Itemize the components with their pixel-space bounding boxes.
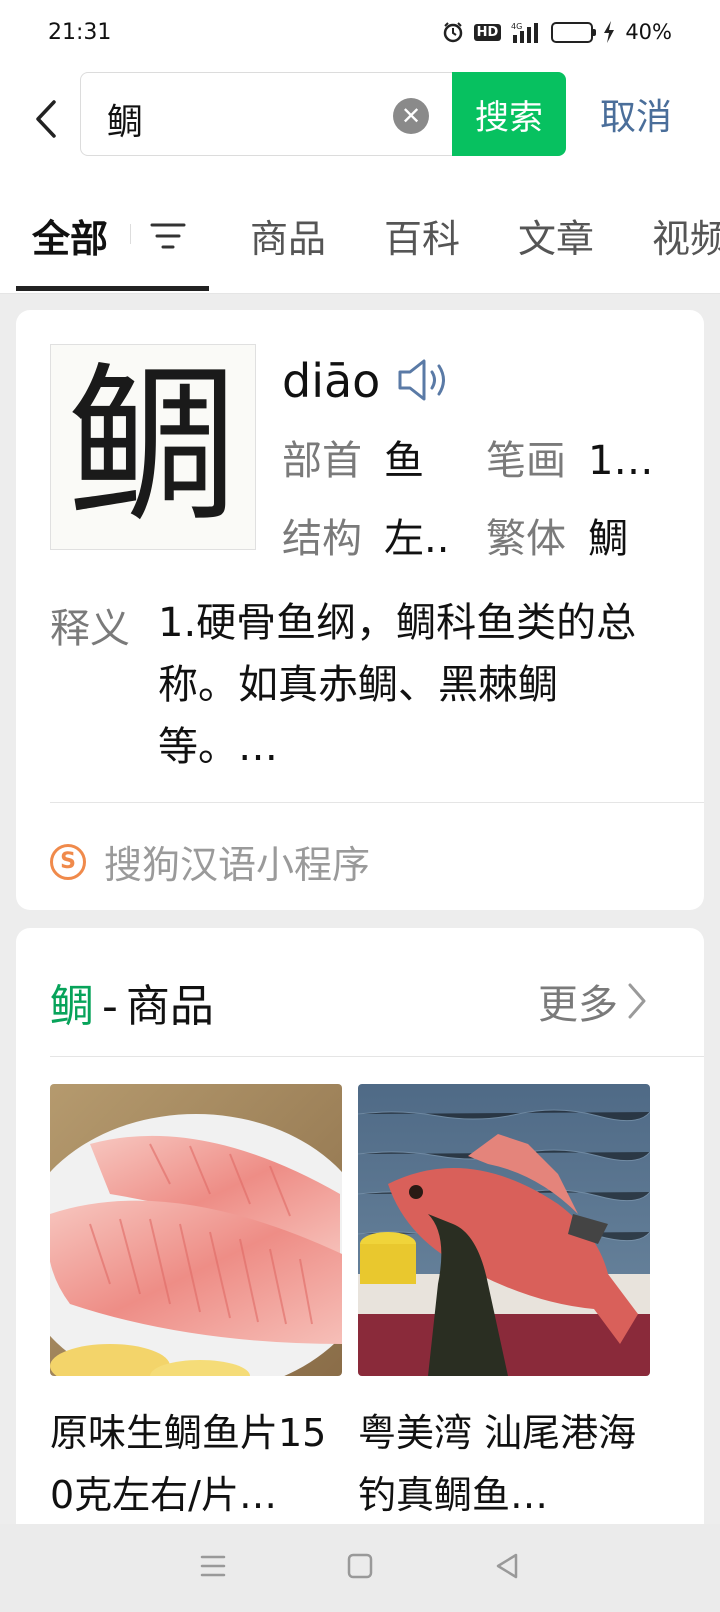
battery-percent: 40% <box>625 20 672 44</box>
back-button[interactable] <box>26 94 66 144</box>
dictionary-card[interactable]: 鲷 diāo 部首鱼 笔画 1… 结构 左.. 繁体鯛 释义 1.硬骨鱼纲，鲷科鱼类… <box>16 310 704 910</box>
tab-articles[interactable]: 文章 <box>518 208 594 263</box>
tab-goods[interactable]: 商品 <box>250 208 326 263</box>
product-image <box>50 1084 342 1376</box>
charging-icon <box>603 21 615 43</box>
traditional-label: 繁体 <box>486 516 566 562</box>
strokes-value: 1… <box>588 438 654 484</box>
chevron-right-icon <box>628 983 646 1019</box>
source-link[interactable]: S 搜狗汉语小程序 <box>50 834 370 889</box>
tab-videos[interactable]: 视频 <box>652 208 720 263</box>
status-time: 21:31 <box>48 19 112 45</box>
tab-encyclopedia[interactable]: 百科 <box>384 208 460 263</box>
sogou-logo-icon: S <box>50 843 86 880</box>
structure-value: 左.. <box>384 516 450 562</box>
radical-row: 部首鱼 <box>282 428 424 486</box>
back-triangle-icon[interactable] <box>492 1551 522 1585</box>
goods-card: 鲷 - 商品 更多 原味生鲷鱼片150克左右/片… 粤美湾 汕尾港海钓真鲷鱼… <box>16 928 704 1612</box>
filter-icon[interactable] <box>148 216 188 260</box>
goods-separator: - <box>102 981 118 1032</box>
pinyin: diāo <box>282 354 381 408</box>
product-card[interactable]: 粤美湾 汕尾港海钓真鲷鱼… <box>358 1084 650 1526</box>
product-name: 粤美湾 汕尾港海钓真鲷鱼… <box>358 1411 637 1517</box>
more-label: 更多 <box>538 982 618 1028</box>
strokes-row: 笔画 1… <box>486 428 653 486</box>
tab-all[interactable]: 全部 <box>32 208 108 263</box>
svg-text:4G: 4G <box>511 22 522 31</box>
goods-section-title: 鲷 - 商品 <box>50 970 214 1034</box>
search-button[interactable]: 搜索 <box>452 72 566 156</box>
cancel-button[interactable]: 取消 <box>600 88 672 140</box>
speaker-icon[interactable] <box>396 356 454 408</box>
system-nav-bar <box>0 1524 720 1612</box>
tab-divider <box>130 224 131 244</box>
meaning-label: 释义 <box>50 606 130 652</box>
goods-keyword: 鲷 <box>50 981 94 1032</box>
radical-label: 部首 <box>282 438 362 484</box>
active-tab-indicator <box>16 286 209 291</box>
product-card[interactable]: 原味生鲷鱼片150克左右/片… <box>50 1084 342 1526</box>
divider <box>50 1056 704 1057</box>
character-glyph: 鲷 <box>67 348 238 546</box>
divider <box>50 802 704 803</box>
menu-icon[interactable] <box>198 1552 228 1584</box>
status-icons: HD 4G 40% <box>442 20 672 44</box>
signal-icon: 4G <box>511 21 541 43</box>
search-header: 鲷 ✕ 搜索 取消 <box>0 64 720 188</box>
goods-section-label: 商品 <box>125 981 214 1032</box>
structure-label: 结构 <box>282 516 362 562</box>
radical-value: 鱼 <box>384 438 424 484</box>
search-query-text: 鲷 <box>107 102 144 143</box>
chevron-left-icon <box>36 100 56 138</box>
hd-icon: HD <box>473 23 502 41</box>
strokes-label: 笔画 <box>486 438 566 484</box>
structure-row: 结构 左.. <box>282 506 449 564</box>
meaning-text: 1.硬骨鱼纲，鲷科鱼类的总称。如真赤鲷、黑棘鲷等。… <box>158 600 637 770</box>
traditional-value: 鯛 <box>588 516 628 562</box>
product-image <box>358 1084 650 1376</box>
clear-icon[interactable]: ✕ <box>393 98 429 134</box>
traditional-row: 繁体鯛 <box>486 506 628 564</box>
home-icon[interactable] <box>345 1551 375 1585</box>
battery-icon <box>551 21 597 43</box>
source-text: 搜狗汉语小程序 <box>104 843 371 887</box>
more-button[interactable]: 更多 <box>538 972 648 1030</box>
character-image: 鲷 <box>50 344 256 550</box>
tab-bar: 全部 商品 百科 文章 视频 <box>0 188 720 294</box>
alarm-icon <box>442 21 464 43</box>
product-name: 原味生鲷鱼片150克左右/片… <box>50 1411 327 1517</box>
status-bar: 21:31 HD 4G 40% <box>0 0 720 64</box>
